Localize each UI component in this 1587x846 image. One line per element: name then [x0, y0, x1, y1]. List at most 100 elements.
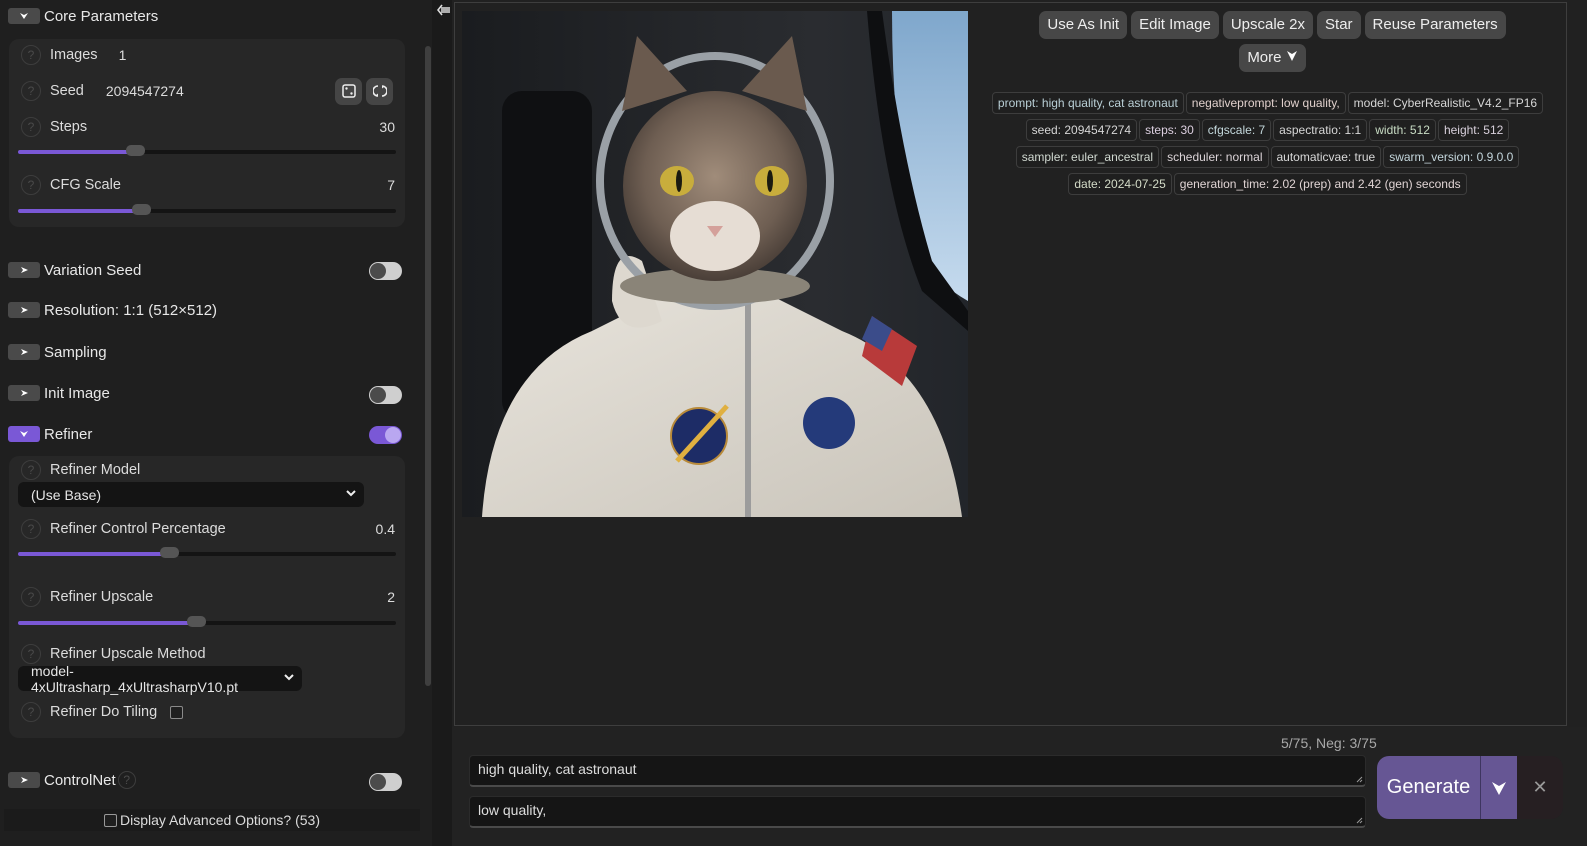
- group-title: Core Parameters: [44, 7, 159, 25]
- chevron-right-icon: [21, 307, 28, 313]
- metadata-tag-scheduler: scheduler: normal: [1161, 146, 1269, 168]
- slider-thumb[interactable]: [126, 145, 146, 156]
- help-icon[interactable]: ?: [21, 45, 41, 65]
- token-count: 5/75, Neg: 3/75: [1281, 735, 1377, 751]
- cfg-slider[interactable]: [18, 204, 396, 215]
- resize-handle-icon[interactable]: [1356, 776, 1363, 783]
- use-as-init-button[interactable]: Use As Init: [1039, 11, 1128, 39]
- steps-value[interactable]: 30: [379, 119, 395, 135]
- cfg-value[interactable]: 7: [387, 177, 395, 193]
- refiner-upscale-slider[interactable]: [18, 616, 396, 627]
- generate-options-button[interactable]: [1480, 756, 1517, 819]
- generate-button[interactable]: Generate: [1377, 756, 1480, 819]
- cfg-param: ? CFG Scale 7: [21, 174, 395, 196]
- controlnet-header[interactable]: ControlNet ?: [8, 770, 145, 790]
- group-title: ControlNet: [44, 771, 116, 789]
- metadata-tag-negativeprompt: negativeprompt: low quality,: [1185, 92, 1346, 114]
- help-icon[interactable]: ?: [21, 175, 41, 195]
- generated-image[interactable]: [462, 11, 968, 517]
- refiner-method-select[interactable]: model-4xUltrasharp_4xUltrasharpV10.pt: [18, 663, 302, 695]
- help-icon[interactable]: ?: [21, 81, 41, 101]
- reuse-parameters-button[interactable]: Reuse Parameters: [1364, 11, 1506, 39]
- cancel-generation-button[interactable]: ✕: [1517, 756, 1563, 819]
- slider-fill: [18, 621, 196, 625]
- help-icon[interactable]: ?: [21, 460, 41, 480]
- collapse-panel-icon[interactable]: [437, 4, 451, 16]
- chevron-down-icon: [346, 490, 356, 497]
- seed-label: Seed: [50, 83, 84, 99]
- metadata-tag-sampler: sampler: euler_ancestral: [1015, 146, 1160, 168]
- recycle-icon: [372, 85, 387, 97]
- help-icon[interactable]: ?: [21, 587, 41, 607]
- refiner-control-value[interactable]: 0.4: [376, 521, 395, 537]
- star-button[interactable]: Star: [1317, 11, 1361, 39]
- collapse-toggle[interactable]: [8, 426, 40, 442]
- refiner-upscale-param: ? Refiner Upscale 2: [21, 586, 395, 608]
- refiner-tiling-label: Refiner Do Tiling: [50, 704, 158, 720]
- init-image-toggle[interactable]: [369, 386, 402, 404]
- app-root: Core Parameters ? Images 1 ? Seed 209454…: [0, 0, 1587, 846]
- help-icon[interactable]: ?: [21, 519, 41, 539]
- refiner-tiling-checkbox[interactable]: [170, 705, 184, 719]
- slider-thumb[interactable]: [160, 547, 180, 558]
- advanced-options-checkbox[interactable]: [104, 813, 117, 827]
- slider-thumb[interactable]: [186, 616, 206, 627]
- image-metadata: prompt: high quality, cat astronaut negat…: [990, 92, 1545, 200]
- refiner-toggle[interactable]: [369, 426, 402, 444]
- edit-image-button[interactable]: Edit Image: [1131, 11, 1219, 39]
- refiner-control-param: ? Refiner Control Percentage 0.4: [21, 518, 395, 540]
- expand-toggle[interactable]: [8, 385, 40, 401]
- expand-toggle[interactable]: [8, 262, 40, 278]
- negative-prompt-text: low quality,: [478, 802, 547, 818]
- resize-handle-icon[interactable]: [1356, 817, 1363, 824]
- left-panel-scrollbar[interactable]: [425, 46, 431, 686]
- init-image-header[interactable]: Init Image: [8, 383, 110, 403]
- controlnet-toggle[interactable]: [369, 773, 402, 791]
- steps-param: ? Steps 30: [21, 116, 395, 138]
- steps-slider[interactable]: [18, 145, 396, 156]
- chevron-down-icon: [1286, 51, 1297, 61]
- seed-input[interactable]: 2094547274: [106, 83, 184, 99]
- cfg-label: CFG Scale: [50, 177, 121, 193]
- help-icon[interactable]: ?: [21, 702, 41, 722]
- expand-toggle[interactable]: [8, 344, 40, 360]
- help-icon[interactable]: ?: [21, 644, 41, 664]
- expand-toggle[interactable]: [8, 772, 40, 788]
- refiner-body: ? Refiner Model (Use Base) ? Refiner Con…: [9, 456, 405, 738]
- refiner-header[interactable]: Refiner: [8, 424, 92, 444]
- expand-toggle[interactable]: [8, 302, 40, 318]
- core-parameters-header[interactable]: Core Parameters: [8, 6, 158, 26]
- more-label: More: [1247, 49, 1282, 66]
- refiner-control-slider[interactable]: [18, 547, 396, 558]
- refiner-upscale-label: Refiner Upscale: [50, 589, 154, 605]
- help-icon[interactable]: ?: [21, 117, 41, 137]
- chevron-down-icon: [20, 13, 28, 19]
- slider-fill: [18, 209, 141, 213]
- group-title: Resolution: 1:1 (512×512): [44, 301, 218, 319]
- refiner-upscale-value[interactable]: 2: [387, 589, 395, 605]
- panel-divider[interactable]: [432, 0, 452, 846]
- advanced-options-bar[interactable]: Display Advanced Options? (53): [4, 809, 420, 831]
- reuse-seed-button[interactable]: [366, 77, 393, 105]
- slider-thumb[interactable]: [131, 204, 151, 215]
- group-title: Init Image: [44, 384, 110, 402]
- variation-seed-header[interactable]: Variation Seed: [8, 260, 141, 280]
- collapse-toggle[interactable]: [8, 8, 40, 24]
- refiner-tiling-param: ? Refiner Do Tiling: [21, 701, 395, 723]
- more-button[interactable]: More: [1239, 44, 1306, 72]
- upscale-2x-button[interactable]: Upscale 2x: [1222, 11, 1314, 39]
- negative-prompt-input[interactable]: low quality,: [469, 796, 1366, 828]
- images-label: Images: [50, 47, 98, 63]
- toggle-knob: [385, 427, 401, 443]
- resolution-header[interactable]: Resolution: 1:1 (512×512): [8, 300, 217, 320]
- images-input[interactable]: 1: [119, 47, 127, 63]
- variation-seed-toggle[interactable]: [369, 262, 402, 280]
- prompt-input[interactable]: high quality, cat astronaut: [469, 755, 1366, 787]
- sampling-header[interactable]: Sampling: [8, 342, 107, 362]
- group-title: Variation Seed: [44, 261, 142, 279]
- refiner-control-label: Refiner Control Percentage: [50, 521, 226, 537]
- random-seed-button[interactable]: [335, 77, 362, 105]
- chevron-right-icon: [21, 349, 28, 355]
- help-icon[interactable]: ?: [117, 771, 136, 789]
- refiner-model-select[interactable]: (Use Base): [18, 482, 364, 507]
